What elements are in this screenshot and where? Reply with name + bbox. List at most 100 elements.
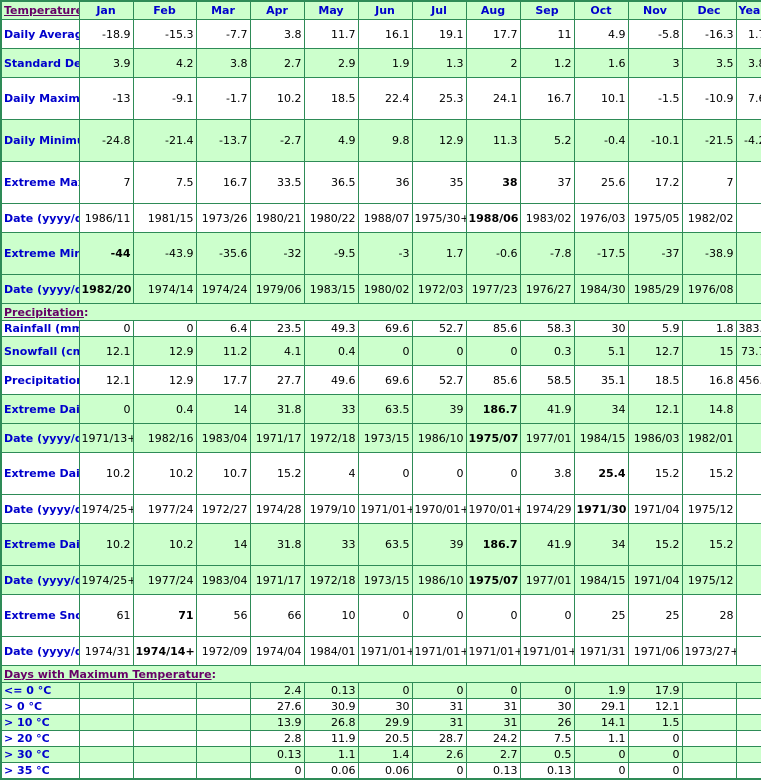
value-cell: 10.2 — [249, 77, 305, 120]
value-cell: -21.4 — [132, 119, 197, 162]
value-cell: 1.1 — [303, 746, 359, 763]
value-cell: 34 — [573, 523, 629, 566]
value-cell: 7.5 — [519, 730, 575, 747]
value-cell: 52.7 — [411, 320, 467, 337]
value-cell: 0 — [627, 762, 683, 779]
value-cell: -17.5 — [573, 232, 629, 275]
table-row: Extreme Snow Depth (cm)61715666100000252… — [0, 594, 761, 637]
value-cell: -37 — [627, 232, 683, 275]
value-cell: 14.8 — [681, 394, 737, 424]
value-cell: 10.2 — [78, 452, 134, 495]
value-cell: 17.9 — [627, 682, 683, 699]
value-cell: 0.13 — [465, 762, 521, 779]
value-cell: 0 — [78, 320, 134, 337]
value-cell: 28.7 — [411, 730, 467, 747]
row-label: > 35 °C — [0, 762, 80, 779]
value-cell: 0 — [357, 682, 413, 699]
table-row: > 20 °C2.811.920.528.724.27.51.10D — [0, 730, 761, 747]
value-cell: 3.9 — [78, 48, 134, 78]
value-cell: 1.5 — [627, 714, 683, 731]
table-row: Date (yyyy/dd)1974/311974/14+1972/091974… — [0, 636, 761, 666]
days-max-temp-link[interactable]: Days with Maximum Temperature — [4, 668, 212, 681]
value-cell: 12.1 — [78, 336, 134, 366]
year-header: Year — [735, 0, 761, 20]
value-cell: 0.3 — [519, 336, 575, 366]
table-row: <= 0 °C2.40.1300001.917.9D — [0, 682, 761, 699]
row-label: Precipitation (mm) — [0, 365, 80, 395]
value-cell: 6.4 — [195, 320, 251, 337]
value-cell: 27.6 — [249, 698, 305, 715]
year-cell: 73.7 — [735, 336, 761, 366]
value-cell: 1.6 — [573, 48, 629, 78]
value-cell: -35.6 — [195, 232, 251, 275]
value-cell: 0 — [132, 320, 197, 337]
value-cell: 1.3 — [411, 48, 467, 78]
value-cell: 27.7 — [249, 365, 305, 395]
value-cell — [78, 682, 134, 699]
value-cell: 0.5 — [519, 746, 575, 763]
precipitation-link[interactable]: Precipitation — [4, 306, 84, 319]
row-label: Date (yyyy/dd) — [0, 203, 80, 233]
value-cell: 1974/25+ — [78, 565, 134, 595]
value-cell: 15.2 — [681, 452, 737, 495]
value-cell: -5.8 — [627, 19, 683, 49]
climate-normals-table: Temperature: Jan Feb Mar Apr May Jun Jul… — [0, 0, 761, 780]
value-cell — [681, 762, 737, 779]
value-cell: 1983/04 — [195, 565, 251, 595]
value-cell: 1976/08 — [681, 274, 737, 304]
value-cell — [195, 698, 251, 715]
table-row: Daily Minimum (°C)-24.8-21.4-13.7-2.74.9… — [0, 119, 761, 162]
value-cell: 36 — [357, 161, 413, 204]
year-cell — [735, 423, 761, 453]
value-cell: 3.5 — [681, 48, 737, 78]
row-label: Date (yyyy/dd) — [0, 565, 80, 595]
value-cell: 4.1 — [249, 336, 305, 366]
table-row: Date (yyyy/dd)1971/13+1982/161983/041971… — [0, 423, 761, 453]
value-cell: 1985/29 — [627, 274, 683, 304]
value-cell: 31 — [411, 714, 467, 731]
year-cell — [735, 394, 761, 424]
value-cell: 1977/24 — [132, 565, 197, 595]
value-cell: 31 — [465, 698, 521, 715]
year-cell: 1.7 — [735, 19, 761, 49]
value-cell: 41.9 — [519, 394, 575, 424]
value-cell: 10.1 — [573, 77, 629, 120]
value-cell: 24.2 — [465, 730, 521, 747]
value-cell: 17.2 — [627, 161, 683, 204]
value-cell — [195, 730, 251, 747]
row-label: > 20 °C — [0, 730, 80, 747]
value-cell: -16.3 — [681, 19, 737, 49]
value-cell: 12.1 — [627, 698, 683, 715]
value-cell: 39 — [411, 523, 467, 566]
value-cell: 1970/01+ — [465, 494, 521, 524]
value-cell: 7 — [681, 161, 737, 204]
year-cell: 7.6 — [735, 77, 761, 120]
value-cell — [681, 714, 737, 731]
value-cell: 25 — [627, 594, 683, 637]
value-cell: 36.5 — [303, 161, 359, 204]
value-cell: 25.4 — [573, 452, 629, 495]
row-label: Daily Minimum (°C) — [0, 119, 80, 162]
value-cell: 1971/17 — [249, 423, 305, 453]
row-label: Extreme Daily Snowfall (cm) — [0, 452, 80, 495]
value-cell: 14.1 — [573, 714, 629, 731]
value-cell: 1.7 — [411, 232, 467, 275]
temperature-link[interactable]: Temperature — [4, 4, 78, 17]
value-cell: 1972/09 — [195, 636, 251, 666]
value-cell: 14 — [195, 523, 251, 566]
value-cell: 49.3 — [303, 320, 359, 337]
value-cell: 4 — [303, 452, 359, 495]
value-cell: 0.06 — [357, 762, 413, 779]
value-cell: 1974/04 — [249, 636, 305, 666]
precipitation-section: Rainfall (mm)006.423.549.369.652.785.658… — [0, 320, 761, 666]
value-cell: 61 — [78, 594, 134, 637]
row-label: Daily Average (°C) — [0, 19, 80, 49]
value-cell: 11.2 — [195, 336, 251, 366]
value-cell: 1.8 — [681, 320, 737, 337]
value-cell: 1972/27 — [195, 494, 251, 524]
value-cell: 2.7 — [249, 48, 305, 78]
value-cell: 3 — [627, 48, 683, 78]
value-cell: 0 — [411, 762, 467, 779]
value-cell: 13.9 — [249, 714, 305, 731]
value-cell: 0.4 — [303, 336, 359, 366]
